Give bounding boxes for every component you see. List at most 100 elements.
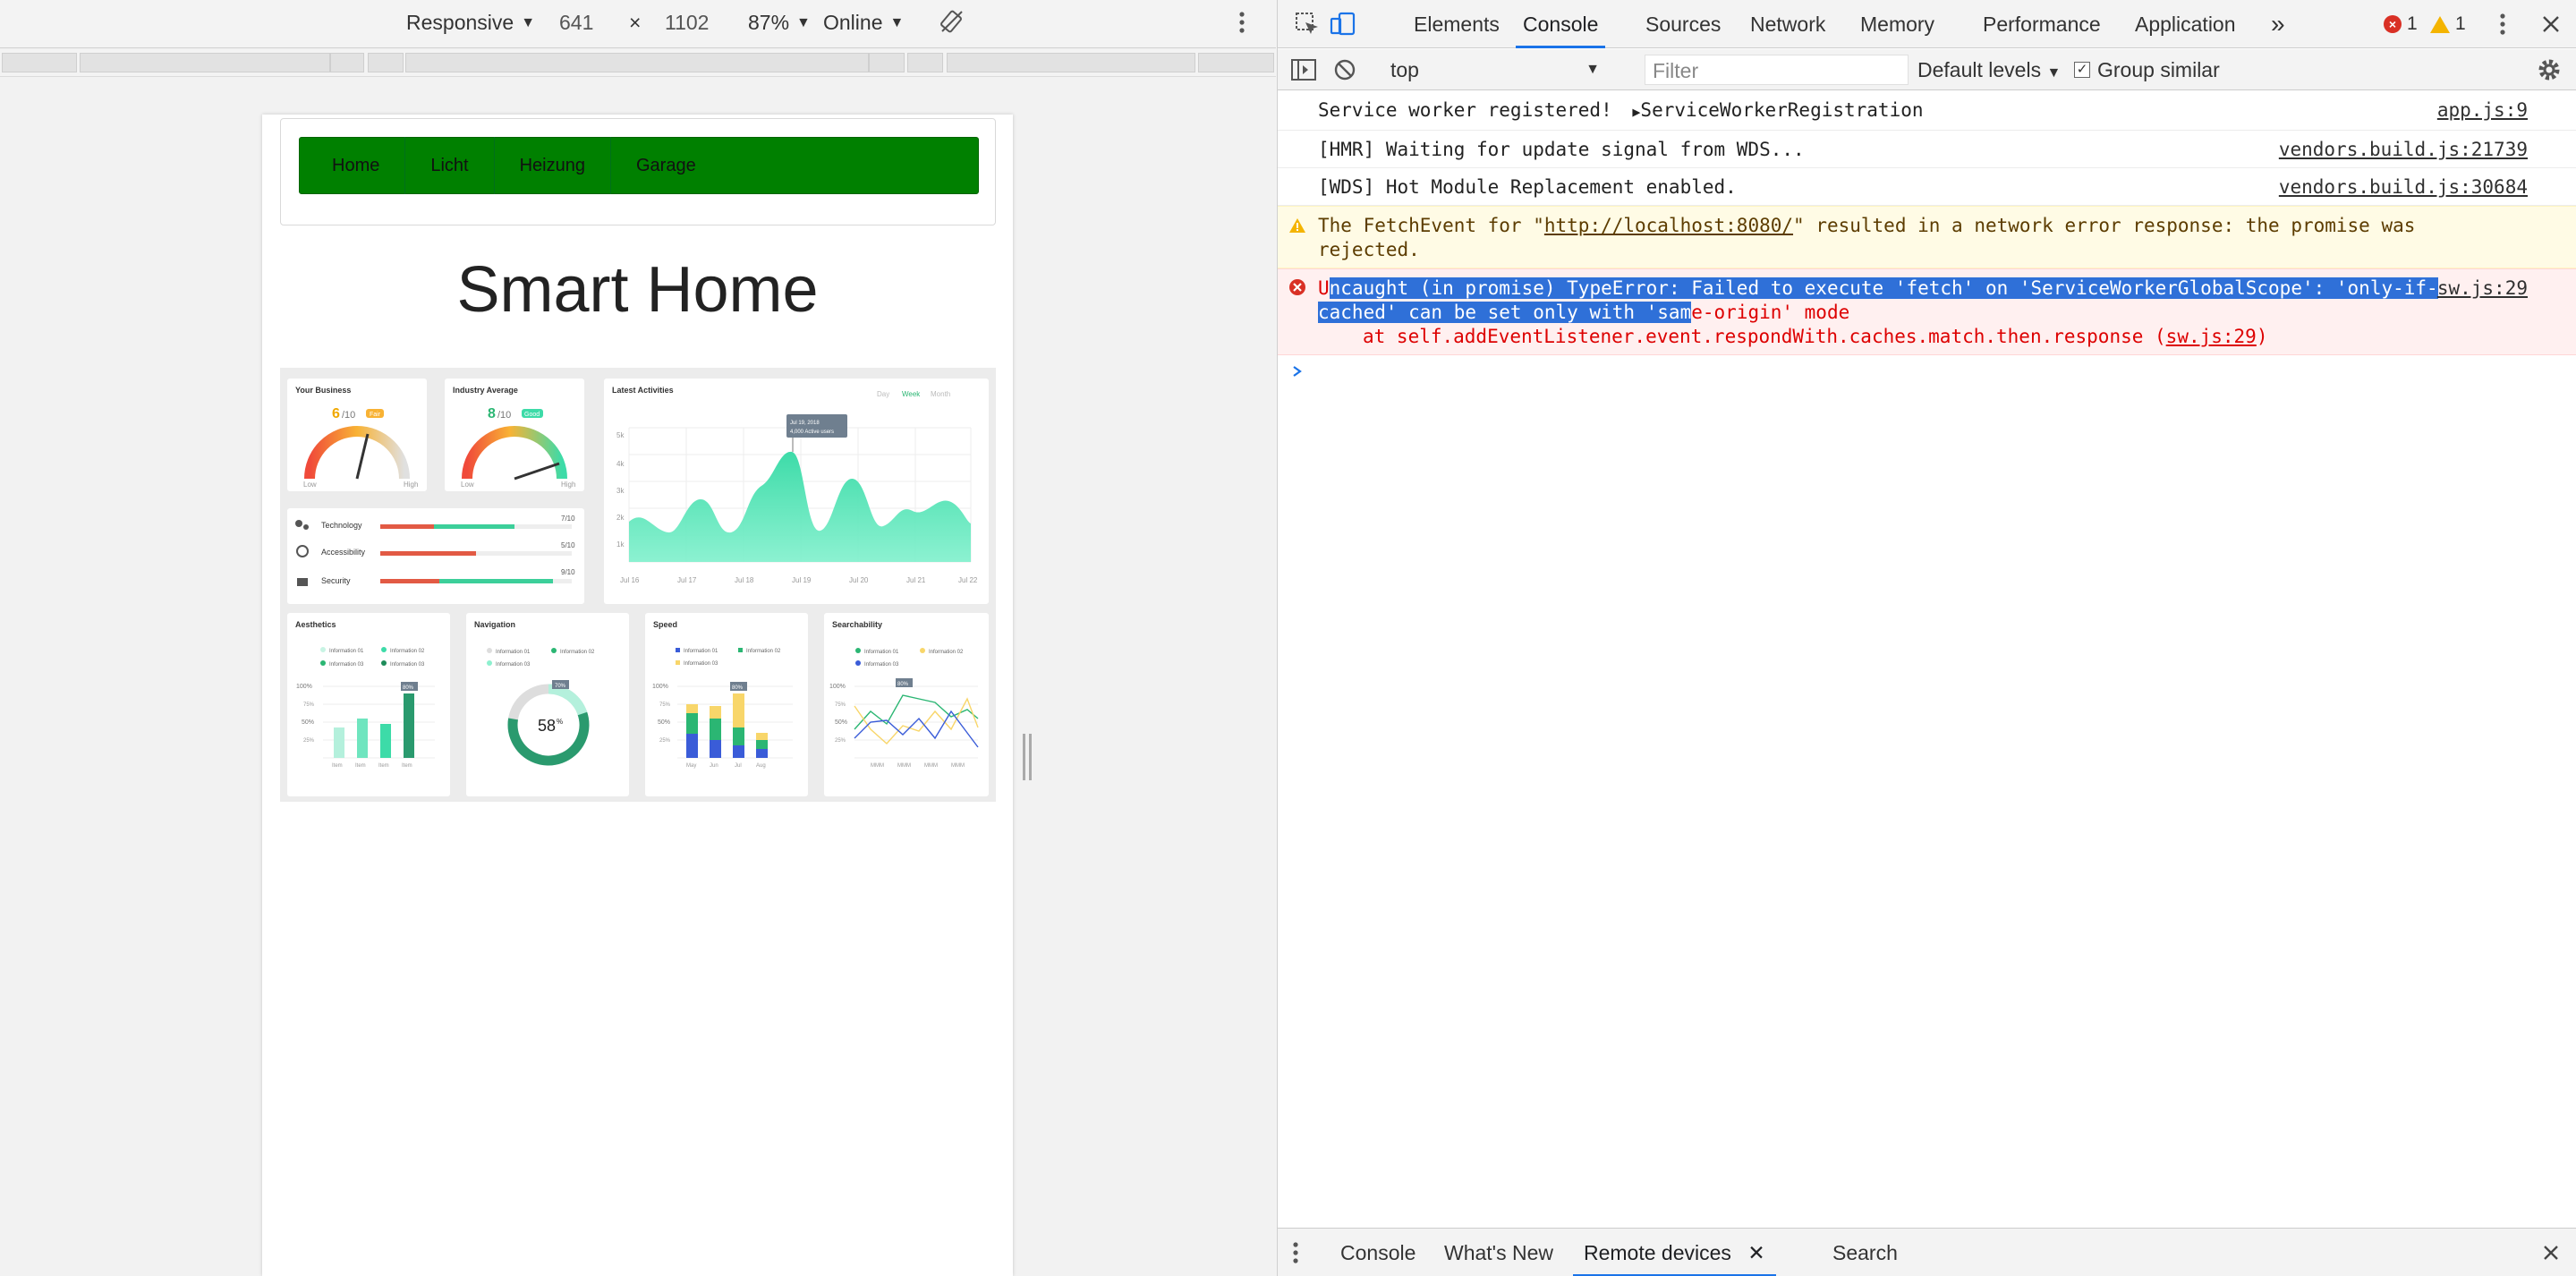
x-tick: MMM (897, 763, 911, 769)
navigation-center-value: 58 (538, 717, 556, 735)
nav-link-licht[interactable]: Licht (405, 137, 495, 194)
height-input[interactable]: 1102 (665, 11, 709, 35)
tab-console[interactable]: Console (1516, 0, 1606, 48)
more-vert-icon[interactable] (1237, 9, 1247, 36)
x-tick: Item (402, 763, 412, 769)
tooltip-users: 4,000 Active users (790, 430, 834, 435)
x-tick: Jul 18 (735, 576, 754, 584)
your-business-high: High (404, 481, 418, 489)
nav-link-home[interactable]: Home (307, 137, 406, 194)
x-tick: Item (355, 763, 366, 769)
rating-value-technology: 7/10 (561, 515, 575, 523)
x-tick: Aug (756, 763, 766, 769)
tab-month[interactable]: Month (931, 390, 950, 398)
tab-day[interactable]: Day (877, 390, 889, 398)
message-text: Service worker registered! (1318, 99, 1612, 121)
tab-performance[interactable]: Performance (1983, 0, 2101, 48)
warning-url-link[interactable]: http://localhost:8080/ (1544, 215, 1793, 236)
legend-item: Information 02 (560, 650, 595, 655)
drawer-menu-icon[interactable] (1290, 1239, 1317, 1266)
group-similar-toggle[interactable]: ✓ Group similar (2074, 55, 2220, 84)
y-tick: 4k (616, 460, 625, 468)
nav-link-garage[interactable]: Garage (611, 137, 721, 194)
legend-item: Information 01 (496, 650, 531, 655)
rotate-icon[interactable] (939, 9, 965, 34)
drawer-tab-whats-new[interactable]: What's New (1444, 1229, 1553, 1276)
width-input[interactable]: 641 (559, 11, 593, 35)
nav-link-heizung[interactable]: Heizung (495, 137, 611, 194)
gear-icon[interactable] (2536, 56, 2563, 83)
speed-card: Speed Information 01 Information 02 Info… (645, 613, 808, 796)
filter-input[interactable]: Filter (1645, 55, 1909, 85)
message-source-link[interactable]: app.js:9 (2437, 98, 2528, 123)
device-mode-label: Responsive (406, 11, 514, 34)
y-tick: 100% (652, 684, 668, 690)
error-text: e-origin' mode (1691, 302, 1850, 323)
height-value: 1102 (665, 11, 710, 34)
media-query-ruler[interactable] (0, 50, 1276, 77)
more-vert-icon[interactable] (2489, 11, 2516, 38)
message-text: [HMR] Waiting for update signal from WDS… (1318, 139, 1805, 160)
zoom-select[interactable]: 87% ▼ (748, 11, 811, 35)
your-business-badge: Fair (370, 412, 381, 418)
x-tick: Jul 22 (958, 576, 978, 584)
inspect-element-icon[interactable] (1294, 11, 1321, 38)
y-tick: 75% (659, 702, 671, 708)
drawer-tab-console[interactable]: Console (1340, 1229, 1416, 1276)
error-icon (1288, 278, 1306, 302)
sidebar-toggle-icon[interactable] (1290, 56, 1317, 83)
warning-counter[interactable]: 1 (2430, 13, 2466, 35)
message-source-link[interactable]: sw.js:29 (2437, 276, 2528, 301)
x-tick: Jul 19 (792, 576, 812, 584)
close-devtools-icon[interactable] (2538, 11, 2564, 38)
x-tick: May (686, 763, 696, 769)
tab-memory[interactable]: Memory (1860, 0, 1934, 48)
ratings-card: Technology 7/10 Accessibility 5/10 Secur… (287, 508, 584, 604)
x-tick: Jul (735, 763, 742, 769)
more-tabs-button[interactable]: » (2271, 0, 2285, 48)
error-count: 1 (2407, 13, 2418, 34)
console-prompt[interactable] (1278, 355, 2576, 383)
tab-week[interactable]: Week (902, 390, 921, 398)
clear-console-icon[interactable] (1331, 56, 1358, 83)
drawer-tab-remote-devices[interactable]: Remote devices ✕ (1573, 1229, 1776, 1276)
devtools-panel: Elements Console Sources Network Memory … (1277, 0, 2576, 1276)
message-source-link[interactable]: vendors.build.js:30684 (2279, 175, 2528, 200)
checkbox-checked-icon[interactable]: ✓ (2074, 62, 2090, 78)
legend-item: Information 02 (746, 649, 781, 654)
tab-application[interactable]: Application (2135, 0, 2236, 48)
close-tab-icon[interactable]: ✕ (1747, 1241, 1764, 1264)
console-toolbar: top ▼ Filter Default levels ▼ ✓ Group si… (1278, 49, 2576, 90)
resize-handle[interactable] (1023, 734, 1032, 780)
stack-trace-link[interactable]: sw.js:29 (2166, 326, 2257, 347)
log-levels-select[interactable]: Default levels ▼ (1917, 55, 2061, 84)
times-glyph: × (629, 11, 642, 34)
width-value: 641 (559, 11, 594, 34)
tab-elements[interactable]: Elements (1414, 0, 1500, 48)
console-output[interactable]: Service worker registered! ▶ServiceWorke… (1278, 91, 2576, 1226)
rating-label-technology: Technology (321, 521, 362, 530)
x-tick: MMM (871, 763, 884, 769)
network-select[interactable]: Online ▼ (823, 11, 904, 35)
context-select[interactable]: top ▼ (1385, 55, 1609, 84)
error-counter[interactable]: × 1 (2384, 13, 2418, 35)
y-tick: 50% (835, 719, 847, 726)
tab-sources[interactable]: Sources (1645, 0, 1721, 48)
rating-label-security: Security (321, 576, 351, 585)
close-drawer-icon[interactable] (2538, 1239, 2564, 1266)
drawer-tab-search[interactable]: Search (1832, 1229, 1898, 1276)
prompt-chevron-icon (1293, 366, 1302, 377)
legend-item: Information 03 (864, 662, 899, 668)
device-toggle-icon[interactable] (1330, 11, 1356, 38)
device-mode-select[interactable]: Responsive ▼ (406, 11, 535, 35)
message-source-link[interactable]: vendors.build.js:21739 (2279, 138, 2528, 162)
navbar-card: Home Licht Heizung Garage (280, 118, 996, 225)
tab-network[interactable]: Network (1750, 0, 1825, 48)
network-value: Online (823, 11, 883, 34)
log-levels-label: Default levels (1917, 58, 2042, 81)
aesthetics-callout: 80% (403, 685, 414, 691)
your-business-card: Your Business 6 /10 Fair Low High (287, 379, 427, 491)
warning-icon (2430, 15, 2450, 33)
message-object[interactable]: ServiceWorkerRegistration (1640, 99, 1923, 121)
error-text-selected: cached' can be set only with 'sam (1318, 302, 1692, 323)
